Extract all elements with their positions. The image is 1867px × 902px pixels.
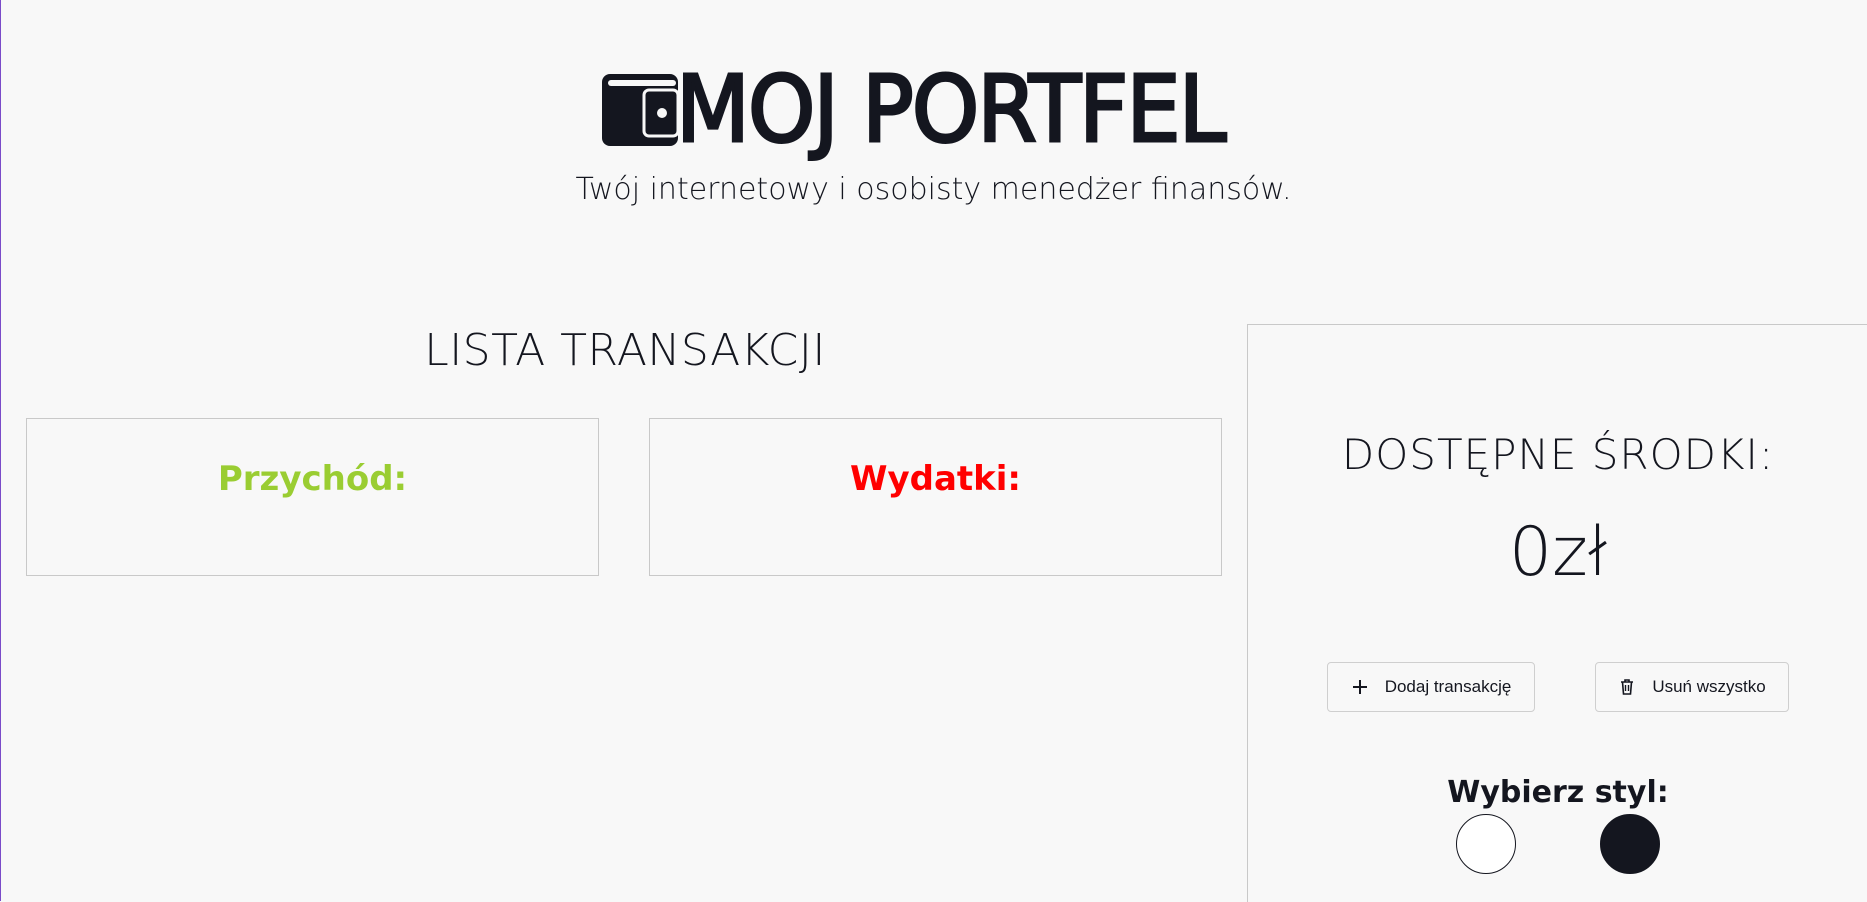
balance-panel: DOSTĘPNE ŚRODKI: 0zł Dodaj transakcję Us… <box>1247 324 1867 902</box>
page-header: MOJ PORTFEL Twój internetowy i osobisty … <box>0 0 1867 240</box>
available-funds-title: DOSTĘPNE ŚRODKI: <box>1341 430 1775 479</box>
trash-icon <box>1618 678 1636 696</box>
income-card: Przychód: <box>26 418 599 576</box>
wallet-icon <box>602 74 680 146</box>
plus-icon <box>1351 678 1369 696</box>
transactions-title: LISTA TRANSAKCJI <box>424 325 826 376</box>
dark-style-option[interactable] <box>1600 814 1660 874</box>
logo: MOJ PORTFEL <box>600 56 1266 163</box>
style-picker-label: Wybierz styl: <box>1447 775 1669 810</box>
expense-heading: Wydatki: <box>849 459 1022 499</box>
add-transaction-label: Dodaj transakcję <box>1384 677 1512 696</box>
logo-text: MOJ PORTFEL <box>675 56 1228 163</box>
light-style-option[interactable] <box>1456 814 1516 874</box>
tagline: Twój internetowy i osobisty menedżer fin… <box>575 172 1292 207</box>
income-heading: Przychód: <box>217 459 408 499</box>
expense-card: Wydatki: <box>649 418 1222 576</box>
add-transaction-button[interactable]: Dodaj transakcję <box>1327 662 1535 712</box>
delete-all-button[interactable]: Usuń wszystko <box>1595 662 1789 712</box>
delete-all-label: Usuń wszystko <box>1652 677 1766 696</box>
available-funds-amount: 0zł <box>1508 513 1608 592</box>
